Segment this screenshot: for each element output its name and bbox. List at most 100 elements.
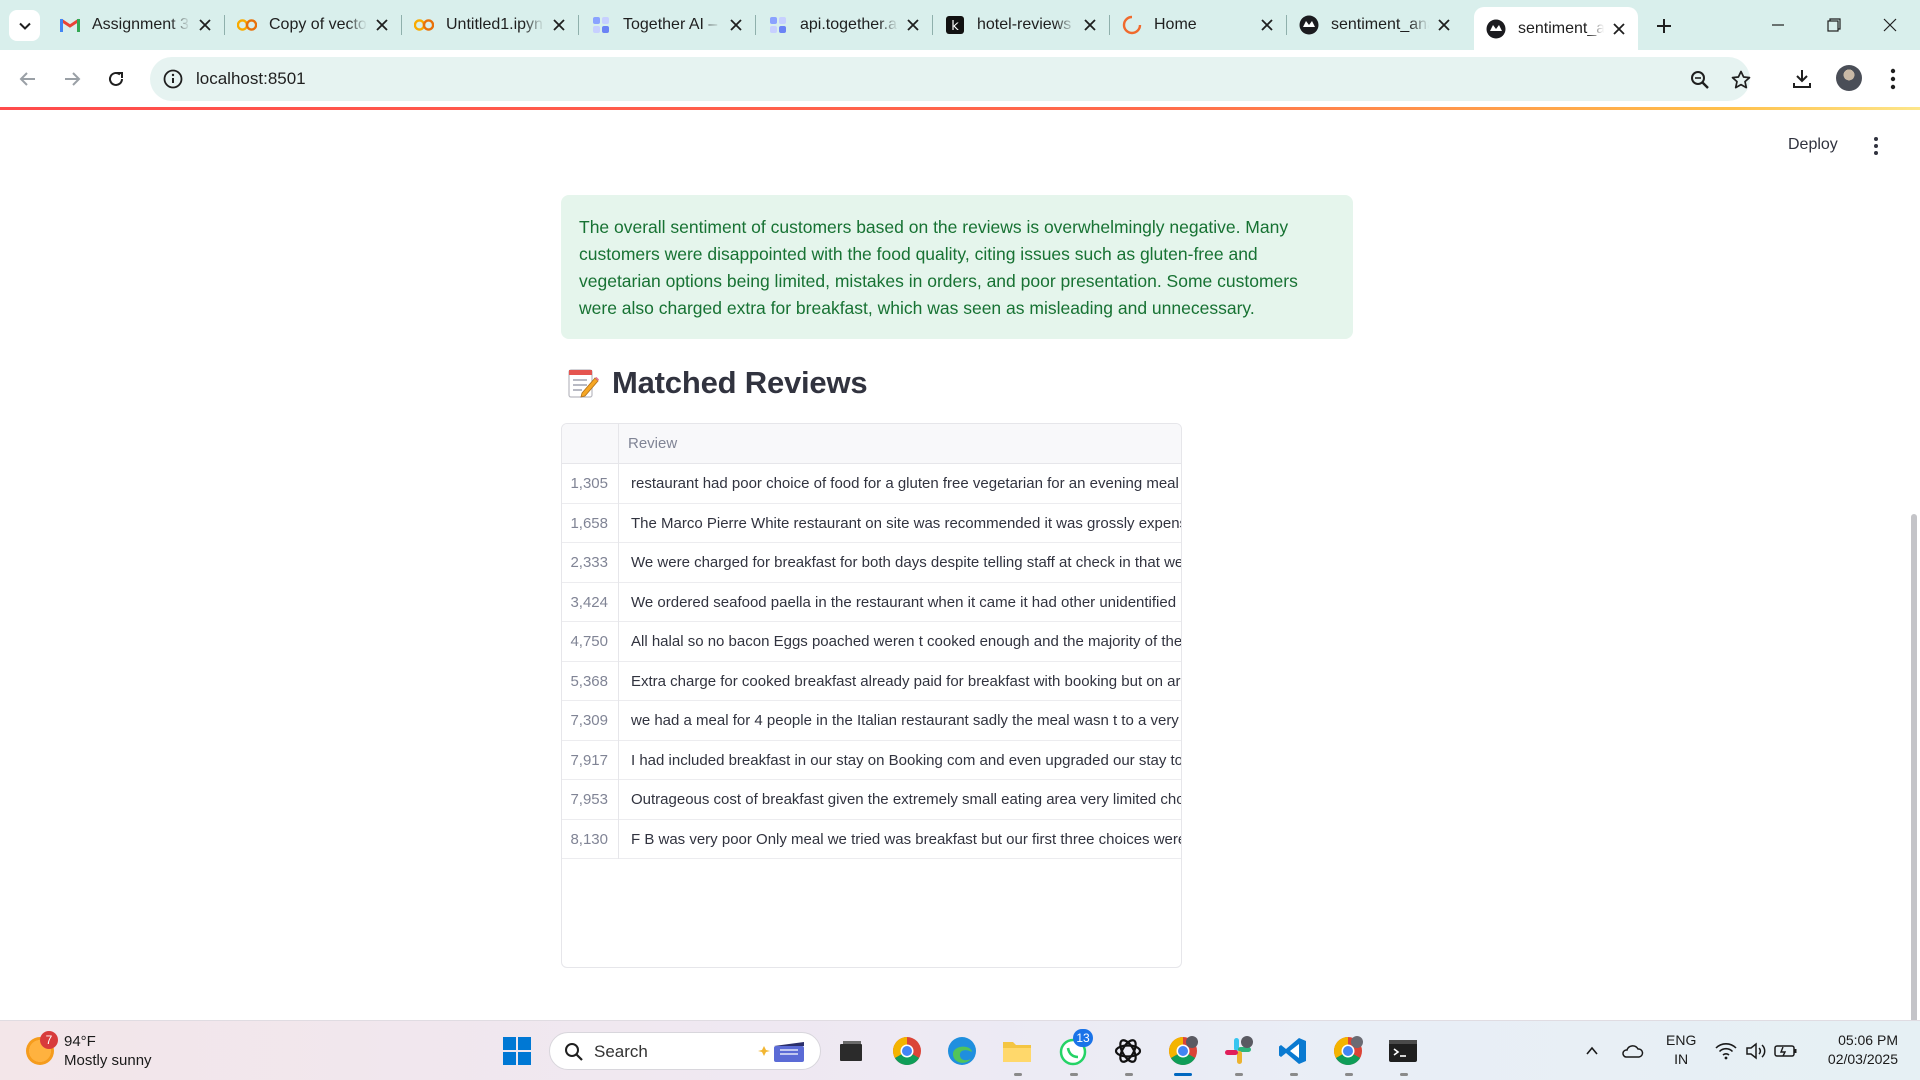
row-index: 7,917: [562, 740, 619, 780]
close-icon[interactable]: [1435, 16, 1453, 34]
battery-icon: [1774, 1045, 1797, 1057]
close-icon[interactable]: [1610, 20, 1628, 38]
table-row[interactable]: 5,368 Extra charge for cooked breakfast a…: [562, 661, 1181, 702]
chrome-taskbar-button[interactable]: [889, 1033, 925, 1069]
forward-button[interactable]: [56, 63, 88, 95]
profile-avatar[interactable]: [1836, 65, 1862, 91]
review-cell[interactable]: Extra charge for cooked breakfast alread…: [631, 662, 1181, 702]
chatgpt-button[interactable]: [1110, 1033, 1146, 1069]
weather-widget[interactable]: 7 94°F Mostly sunny: [26, 1031, 196, 1071]
back-button[interactable]: [12, 63, 44, 95]
close-window-button[interactable]: [1870, 8, 1910, 42]
review-cell[interactable]: The Marco Pierre White restaurant on sit…: [631, 504, 1181, 544]
tab-3[interactable]: Together AI –: [579, 7, 755, 43]
table-row[interactable]: 2,333 We were charged for breakfast for b…: [562, 543, 1181, 583]
site-info-icon[interactable]: [162, 68, 184, 90]
taskview-button[interactable]: [833, 1033, 869, 1069]
tab-0[interactable]: Assignment 3: [48, 7, 224, 43]
close-icon[interactable]: [1258, 16, 1276, 34]
table-row[interactable]: 7,953 Outrageous cost of breakfast given …: [562, 780, 1181, 820]
bookmark-button[interactable]: [1729, 68, 1753, 92]
tab-5[interactable]: k hotel-reviews: [933, 7, 1109, 43]
review-cell[interactable]: We ordered seafood paella in the restaur…: [631, 583, 1181, 623]
reviews-dataframe[interactable]: Review 1,305 restaurant had poor choice o…: [561, 423, 1182, 968]
close-icon[interactable]: [1081, 16, 1099, 34]
tab-search-button[interactable]: [9, 10, 40, 41]
new-tab-button[interactable]: [1650, 12, 1678, 40]
battery-button[interactable]: [1774, 1039, 1798, 1063]
review-cell[interactable]: All halal so no bacon Eggs poached weren…: [631, 622, 1181, 662]
windows-taskbar: 7 94°F Mostly sunny Search 13 ENG IN 05:…: [0, 1020, 1920, 1080]
deploy-button[interactable]: Deploy: [1788, 136, 1838, 154]
active-indicator: [1174, 1073, 1192, 1076]
file-explorer-button[interactable]: [999, 1033, 1035, 1069]
tab-4[interactable]: api.together.ai: [756, 7, 932, 43]
tab-8-active[interactable]: sentiment_analysis: [1474, 7, 1638, 50]
edge-taskbar-button[interactable]: [944, 1033, 980, 1069]
streamlit-app: Deploy The overall sentiment of customer…: [0, 110, 1920, 1080]
matched-reviews-heading: Matched Reviews: [566, 365, 868, 401]
tab-1[interactable]: Copy of vector: [225, 7, 401, 43]
zoom-button[interactable]: [1688, 68, 1712, 92]
restore-icon: [1827, 18, 1841, 32]
colab-icon: [237, 15, 257, 35]
chrome-profile-button[interactable]: [1165, 1033, 1201, 1069]
page-scrollbar[interactable]: [1911, 514, 1917, 1080]
start-button[interactable]: [499, 1033, 535, 1069]
minimize-button[interactable]: [1758, 8, 1798, 42]
close-icon[interactable]: [904, 16, 922, 34]
chrome-secondary-button[interactable]: [1330, 1033, 1366, 1069]
tab-6[interactable]: Home: [1110, 7, 1286, 43]
volume-button[interactable]: [1744, 1039, 1768, 1063]
table-row[interactable]: 7,309 we had a meal for 4 people in the I…: [562, 701, 1181, 741]
close-icon[interactable]: [373, 16, 391, 34]
tab-2[interactable]: Untitled1.ipynb: [402, 7, 578, 43]
show-hidden-icons-button[interactable]: [1580, 1039, 1604, 1063]
review-column-header[interactable]: Review: [628, 435, 677, 452]
slack-button[interactable]: [1220, 1033, 1256, 1069]
main-menu-button[interactable]: [1866, 132, 1886, 160]
tab-7[interactable]: sentiment_analysis: [1287, 7, 1463, 43]
running-indicator: [1345, 1073, 1353, 1076]
chrome-menu-button[interactable]: [1878, 64, 1908, 94]
weather-condition: Mostly sunny: [64, 1052, 152, 1069]
onedrive-button[interactable]: [1620, 1039, 1644, 1063]
running-indicator: [1235, 1073, 1243, 1076]
close-icon[interactable]: [550, 16, 568, 34]
table-row[interactable]: 4,750 All halal so no bacon Eggs poached …: [562, 622, 1181, 662]
table-row[interactable]: 7,917 I had included breakfast in our sta…: [562, 740, 1181, 781]
review-cell[interactable]: restaurant had poor choice of food for a…: [631, 464, 1181, 504]
close-icon[interactable]: [727, 16, 745, 34]
windows-icon: [503, 1037, 531, 1065]
reload-button[interactable]: [100, 63, 132, 95]
address-bar[interactable]: localhost:8501: [150, 57, 1753, 101]
url-text[interactable]: localhost:8501: [196, 69, 306, 89]
arrow-right-icon: [65, 72, 81, 86]
input-language-button[interactable]: ENG IN: [1666, 1031, 1696, 1069]
tab-strip: Assignment 3 Copy of vector Untitled1.ip…: [0, 0, 1920, 50]
downloads-button[interactable]: [1787, 64, 1817, 94]
table-row[interactable]: 1,305 restaurant had poor choice of food …: [562, 464, 1181, 504]
network-button[interactable]: [1714, 1039, 1738, 1063]
tab-title: hotel-reviews: [977, 16, 1072, 33]
region-code: IN: [1674, 1051, 1689, 1067]
table-row[interactable]: 3,424 We ordered seafood paella in the re…: [562, 582, 1181, 623]
kebab-menu-icon: [1874, 137, 1878, 155]
review-cell[interactable]: Outrageous cost of breakfast given the e…: [631, 780, 1181, 820]
tab-title: sentiment_analysis: [1518, 19, 1604, 37]
sentiment-summary-alert: The overall sentiment of customers based…: [561, 195, 1353, 339]
restore-button[interactable]: [1814, 8, 1854, 42]
close-icon[interactable]: [196, 16, 214, 34]
review-cell[interactable]: I had included breakfast in our stay on …: [631, 741, 1181, 781]
whatsapp-button[interactable]: 13: [1055, 1029, 1093, 1069]
review-cell[interactable]: F B was very poor Only meal we tried was…: [631, 820, 1181, 860]
time-text: 05:06 PM: [1838, 1032, 1898, 1048]
table-row[interactable]: 1,658 The Marco Pierre White restaurant o…: [562, 503, 1181, 544]
table-row[interactable]: 8,130 F B was very poor Only meal we trie…: [562, 819, 1181, 860]
terminal-button[interactable]: [1385, 1033, 1421, 1069]
clock[interactable]: 05:06 PM 02/03/2025: [1818, 1031, 1898, 1069]
review-cell[interactable]: we had a meal for 4 people in the Italia…: [631, 701, 1181, 741]
review-cell[interactable]: We were charged for breakfast for both d…: [631, 543, 1181, 583]
taskbar-search[interactable]: Search: [549, 1032, 821, 1070]
vscode-button[interactable]: [1275, 1033, 1311, 1069]
